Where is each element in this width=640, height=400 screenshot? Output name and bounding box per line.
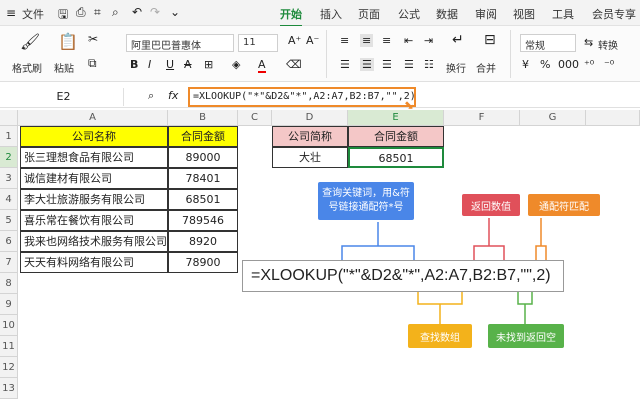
italic-icon[interactable]: I: [148, 58, 151, 71]
indent-decrease-icon[interactable]: ⇤: [404, 34, 413, 47]
note-lookup-array: 查找数组: [408, 324, 472, 348]
tab-view[interactable]: 视图: [513, 6, 535, 22]
distribute-icon[interactable]: ☷: [424, 58, 434, 71]
note-not-found: 未找到返回空: [488, 324, 564, 348]
font-color-icon[interactable]: A: [258, 58, 266, 73]
bold-icon[interactable]: B: [130, 58, 138, 71]
tab-tools[interactable]: 工具: [552, 6, 574, 22]
zoom-icon[interactable]: ⌕: [148, 89, 154, 103]
convert-label[interactable]: 转换: [598, 37, 618, 52]
font-shrink-icon[interactable]: A⁻: [306, 34, 319, 47]
name-box[interactable]: E2: [4, 88, 124, 106]
divider: [326, 30, 327, 78]
spreadsheet-grid[interactable]: A B C D E F G 1 2 3 4 5 6 7 8 9 10 11 12…: [0, 110, 640, 400]
divider: [510, 30, 511, 78]
align-right-icon[interactable]: ☰: [382, 58, 392, 71]
paste-label[interactable]: 粘贴: [54, 60, 74, 75]
percent-icon[interactable]: %: [540, 58, 550, 71]
underline-icon[interactable]: U: [166, 58, 174, 71]
redo-icon[interactable]: ↷: [150, 5, 160, 19]
strike-icon[interactable]: A: [184, 58, 192, 71]
wrap-icon[interactable]: ↵: [452, 32, 464, 48]
format-brush-label[interactable]: 格式刷: [12, 60, 42, 75]
formula-input[interactable]: =XLOOKUP("*"&D2&"*",A2:A7,B2:B7,"",2): [188, 87, 416, 107]
align-top-icon[interactable]: ≡: [340, 34, 349, 47]
convert-icon[interactable]: ⇆: [584, 36, 593, 49]
fx-icon[interactable]: fx: [168, 89, 178, 102]
clear-icon[interactable]: ⌫: [286, 58, 302, 71]
paste-icon[interactable]: 📋: [58, 32, 78, 51]
print-icon[interactable]: ⌗: [94, 5, 101, 20]
currency-icon[interactable]: ¥: [522, 58, 529, 71]
tab-review[interactable]: 审阅: [475, 6, 497, 22]
undo-icon[interactable]: ↶: [132, 5, 142, 19]
align-left-icon[interactable]: ☰: [340, 58, 350, 71]
format-brush-icon[interactable]: 🖌: [20, 32, 40, 51]
number-format-select[interactable]: 常规: [520, 34, 576, 52]
justify-icon[interactable]: ☰: [404, 58, 414, 71]
tab-home[interactable]: 开始: [280, 6, 302, 27]
tab-page[interactable]: 页面: [358, 6, 380, 22]
more-icon[interactable]: ⌄: [170, 5, 180, 19]
tab-insert[interactable]: 插入: [320, 6, 342, 22]
fill-color-icon[interactable]: ◈: [232, 58, 240, 71]
font-size-select[interactable]: 11: [238, 34, 278, 52]
hamburger-icon[interactable]: ≡: [6, 6, 16, 20]
print-preview-icon[interactable]: ⌕: [112, 5, 119, 20]
indent-increase-icon[interactable]: ⇥: [424, 34, 433, 47]
decimal-inc-icon[interactable]: ⁺⁰: [584, 58, 594, 71]
copy-icon[interactable]: ⧉: [88, 56, 97, 71]
merge-icon[interactable]: ⊟: [484, 32, 496, 48]
cut-icon[interactable]: ✂: [88, 32, 98, 46]
align-bottom-icon[interactable]: ≡: [382, 34, 391, 47]
formula-callout: =XLOOKUP("*"&D2&"*",A2:A7,B2:B7,"",2): [242, 260, 564, 292]
font-grow-icon[interactable]: A⁺: [288, 34, 301, 47]
formula-bar: E2 ⌕ fx =XLOOKUP("*"&D2&"*",A2:A7,B2:B7,…: [0, 86, 640, 112]
align-middle-icon[interactable]: ≡: [360, 34, 374, 47]
border-icon[interactable]: ⊞: [204, 58, 213, 71]
align-center-icon[interactable]: ☰: [360, 58, 374, 71]
tab-data[interactable]: 数据: [436, 6, 458, 22]
merge-label[interactable]: 合并: [476, 60, 496, 75]
wrap-label[interactable]: 换行: [446, 60, 466, 75]
ribbon: 🖌 格式刷 📋 粘贴 ✂ ⧉ 阿里巴巴普惠体 11 A⁺ A⁻ B I U A …: [0, 26, 640, 82]
export-pdf-icon[interactable]: ⎙: [76, 5, 86, 20]
annotation-brackets: [341, 218, 547, 324]
tab-formula[interactable]: 公式: [398, 6, 420, 22]
save-icon[interactable]: 🖫: [58, 5, 68, 26]
decimal-dec-icon[interactable]: ⁻⁰: [604, 58, 614, 71]
thousands-icon[interactable]: 000: [558, 58, 579, 71]
menu-bar: ≡ 文件 🖫 ⎙ ⌗ ⌕ ↶ ↷ ⌄ 开始 插入 页面 公式 数据 审阅 视图 …: [0, 0, 640, 27]
tab-member[interactable]: 会员专享: [592, 6, 636, 22]
menu-file[interactable]: 文件: [22, 6, 44, 22]
font-name-select[interactable]: 阿里巴巴普惠体: [126, 34, 234, 52]
